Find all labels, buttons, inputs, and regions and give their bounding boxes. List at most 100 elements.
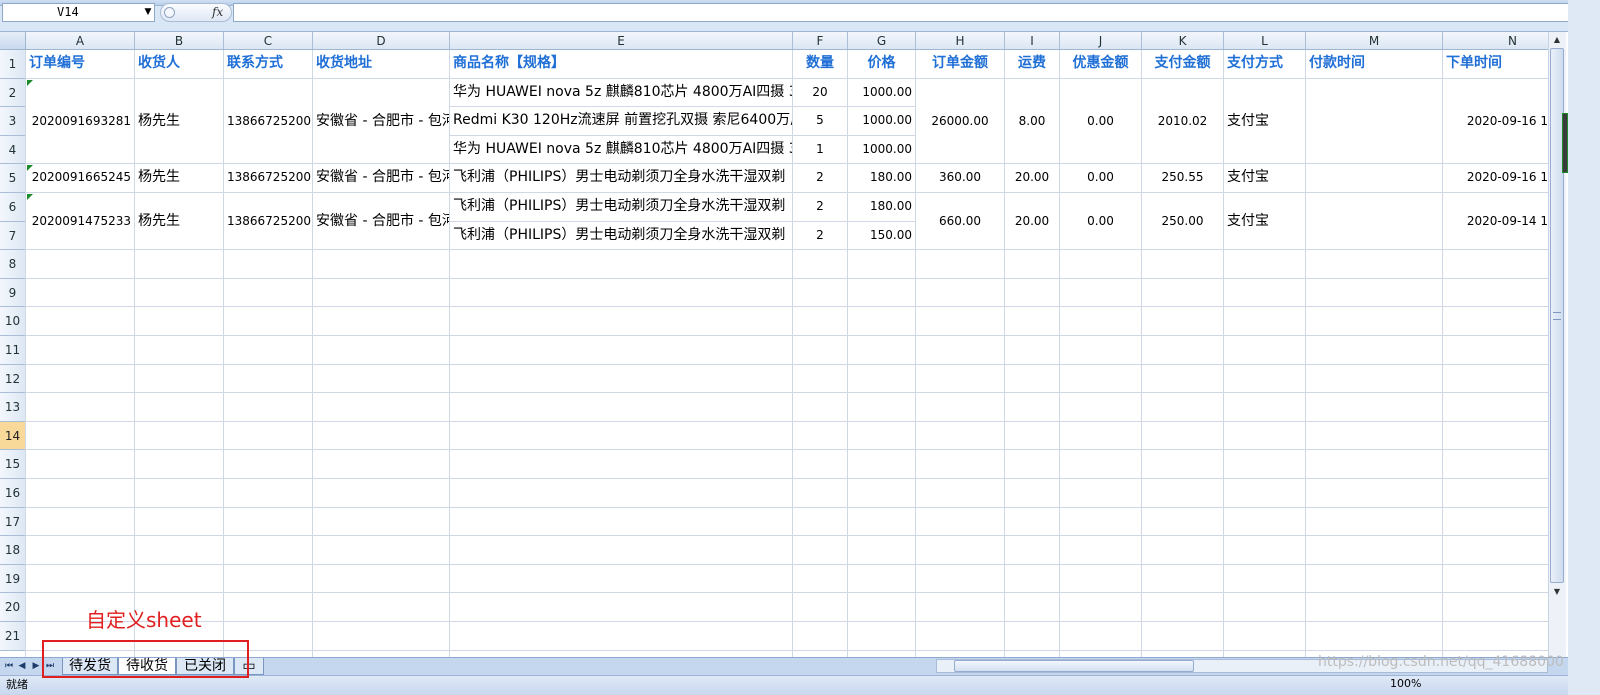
row-header-18[interactable]: 18 (0, 536, 26, 565)
header-cell-shipping[interactable]: 运费 (1005, 50, 1059, 78)
first-sheet-icon[interactable]: ⏮ (3, 659, 15, 673)
prev-sheet-icon[interactable]: ◀ (16, 659, 28, 673)
row-header-8[interactable]: 8 (0, 250, 26, 279)
order-number-cell[interactable]: 2020091475233 (26, 193, 134, 250)
row-header-6[interactable]: 6 (0, 193, 26, 222)
column-header-m[interactable]: M (1306, 32, 1443, 50)
column-header-k[interactable]: K (1142, 32, 1224, 50)
product-cell[interactable]: 华为 HUAWEI nova 5z 麒麟810芯片 4800万AI四摄 3200… (450, 135, 792, 164)
pay-time-cell[interactable] (1306, 78, 1442, 164)
quantity-cell[interactable]: 5 (793, 107, 847, 135)
column-header-a[interactable]: A (26, 32, 135, 50)
product-cell[interactable]: 华为 HUAWEI nova 5z 麒麟810芯片 4800万AI四摄 3200… (450, 78, 792, 107)
pay-amount-cell[interactable]: 2010.02 (1142, 78, 1223, 164)
row-header-10[interactable]: 10 (0, 307, 26, 336)
column-header-c[interactable]: C (224, 32, 313, 50)
price-cell[interactable]: 1000.00 (848, 78, 915, 107)
price-cell[interactable]: 1000.00 (848, 107, 915, 135)
horizontal-scroll-thumb[interactable] (954, 660, 1194, 672)
price-cell[interactable]: 1000.00 (848, 135, 915, 164)
header-cell-pay_method[interactable]: 支付方式 (1224, 50, 1305, 78)
row-header-12[interactable]: 12 (0, 364, 26, 394)
scroll-down-icon[interactable]: ▼ (1549, 585, 1565, 599)
row-header-14[interactable]: 14 (0, 421, 26, 451)
order-time-cell[interactable]: 2020-09-16 16:44: (1443, 164, 1548, 192)
pay-amount-cell[interactable]: 250.55 (1142, 164, 1223, 192)
discount-cell[interactable]: 0.00 (1060, 78, 1141, 164)
pay-amount-cell[interactable]: 250.00 (1142, 193, 1223, 250)
order-number-cell[interactable]: 2020091665245 (26, 164, 134, 192)
pay-method-cell[interactable]: 支付宝 (1224, 193, 1305, 250)
product-cell[interactable]: Redmi K30 120Hz流速屏 前置挖孔双摄 索尼6400万后置 (450, 107, 792, 135)
row-header-1[interactable]: 1 (0, 50, 26, 79)
name-box[interactable]: V14 (2, 3, 155, 22)
row-header-19[interactable]: 19 (0, 564, 26, 594)
address-cell[interactable]: 安徽省 - 合肥市 - 包河 (313, 78, 449, 164)
header-cell-pay_amount[interactable]: 支付金额 (1142, 50, 1223, 78)
row-header-17[interactable]: 17 (0, 507, 26, 537)
row-header-5[interactable]: 5 (0, 164, 26, 193)
address-cell[interactable]: 安徽省 - 合肥市 - 包河 (313, 193, 449, 250)
row-header-2[interactable]: 2 (0, 78, 26, 108)
order-amount-cell[interactable]: 26000.00 (916, 78, 1004, 164)
order-number-cell[interactable]: 2020091693281 (26, 78, 134, 164)
row-header-4[interactable]: 4 (0, 135, 26, 165)
formula-input[interactable] (233, 3, 1584, 22)
quantity-cell[interactable]: 2 (793, 193, 847, 221)
header-cell-contact[interactable]: 联系方式 (224, 50, 312, 78)
row-header-15[interactable]: 15 (0, 450, 26, 479)
quantity-cell[interactable]: 2 (793, 164, 847, 192)
receiver-cell[interactable]: 杨先生 (135, 193, 223, 250)
column-header-h[interactable]: H (916, 32, 1005, 50)
chevron-down-icon[interactable]: ▼ (141, 3, 155, 22)
zoom-level[interactable]: 100% (1390, 675, 1490, 695)
header-cell-qty[interactable]: 数量 (793, 50, 847, 78)
price-cell[interactable]: 180.00 (848, 164, 915, 192)
header-cell-order_amount[interactable]: 订单金额 (916, 50, 1004, 78)
spreadsheet-grid[interactable]: A B C D E F G H I J K L M N 1 2 3 4 5 6 7 8 9 10 11 12 13 14 15 16 17 1… (0, 32, 1548, 657)
column-header-j[interactable]: J (1060, 32, 1142, 50)
header-cell-order_no[interactable]: 订单编号 (26, 50, 134, 78)
row-header-20[interactable]: 20 (0, 593, 26, 622)
function-icon[interactable]: fx (212, 3, 223, 22)
product-cell[interactable]: 飞利浦（PHILIPS）男士电动剃须刀全身水洗干湿双剃 (450, 193, 792, 221)
price-cell[interactable]: 150.00 (848, 221, 915, 250)
order-amount-cell[interactable]: 660.00 (916, 193, 1004, 250)
contact-cell[interactable]: 13866725200 (224, 78, 312, 164)
product-cell[interactable]: 飞利浦（PHILIPS）男士电动剃须刀全身水洗干湿双剃 (450, 221, 792, 250)
header-cell-receiver[interactable]: 收货人 (135, 50, 223, 78)
column-header-f[interactable]: F (793, 32, 848, 50)
row-header-13[interactable]: 13 (0, 393, 26, 422)
row-header-16[interactable]: 16 (0, 479, 26, 508)
order-amount-cell[interactable]: 360.00 (916, 164, 1004, 192)
header-cell-price[interactable]: 价格 (848, 50, 915, 78)
row-header-11[interactable]: 11 (0, 336, 26, 365)
pay-method-cell[interactable]: 支付宝 (1224, 164, 1305, 192)
header-cell-order_time[interactable]: 下单时间 (1443, 50, 1548, 78)
contact-cell[interactable]: 13866725200 (224, 193, 312, 250)
discount-cell[interactable]: 0.00 (1060, 164, 1141, 192)
shipping-cell[interactable]: 20.00 (1005, 164, 1059, 192)
quantity-cell[interactable]: 20 (793, 78, 847, 107)
row-header-3[interactable]: 3 (0, 107, 26, 136)
header-cell-discount[interactable]: 优惠金额 (1060, 50, 1141, 78)
order-time-cell[interactable]: 2020-09-16 16:54: (1443, 78, 1548, 164)
row-header-9[interactable]: 9 (0, 278, 26, 308)
pay-method-cell[interactable]: 支付宝 (1224, 78, 1305, 164)
quantity-cell[interactable]: 2 (793, 221, 847, 250)
pay-time-cell[interactable] (1306, 164, 1442, 192)
column-header-d[interactable]: D (313, 32, 450, 50)
select-all-corner[interactable] (0, 32, 26, 50)
quantity-cell[interactable]: 1 (793, 135, 847, 164)
row-header-7[interactable]: 7 (0, 221, 26, 251)
receiver-cell[interactable]: 杨先生 (135, 78, 223, 164)
column-header-b[interactable]: B (135, 32, 224, 50)
row-header-21[interactable]: 21 (0, 622, 26, 651)
column-header-l[interactable]: L (1224, 32, 1306, 50)
contact-cell[interactable]: 13866725200 (224, 164, 312, 192)
column-header-n[interactable]: N (1443, 32, 1548, 50)
column-header-g[interactable]: G (848, 32, 916, 50)
next-sheet-icon[interactable]: ▶ (30, 659, 42, 673)
receiver-cell[interactable]: 杨先生 (135, 164, 223, 192)
order-time-cell[interactable]: 2020-09-14 16:32: (1443, 193, 1548, 250)
